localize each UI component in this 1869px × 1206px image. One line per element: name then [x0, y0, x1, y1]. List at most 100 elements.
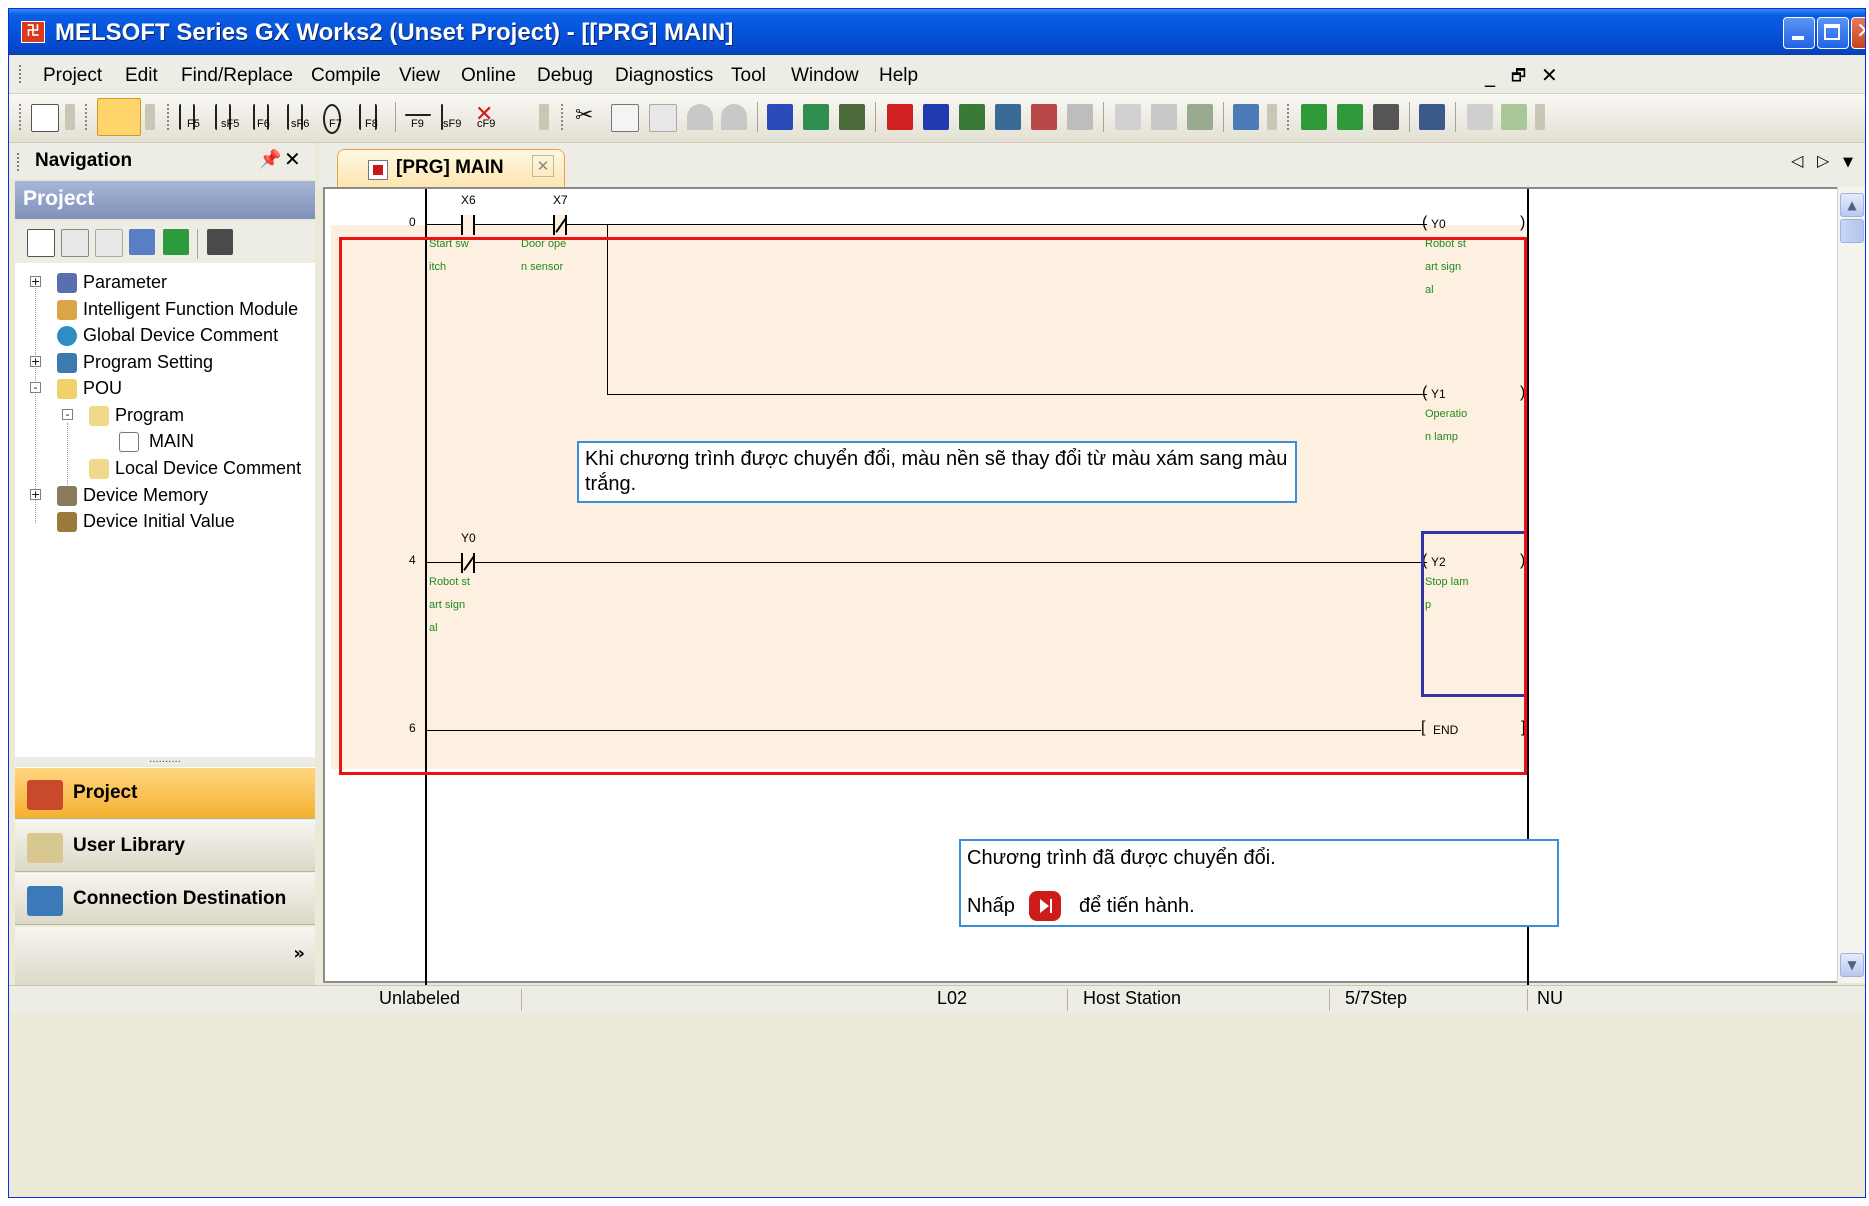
tab-scroll-left-icon[interactable]: ◁	[1791, 151, 1803, 170]
statement-icon[interactable]	[1467, 104, 1493, 130]
editor-vertical-scrollbar[interactable]: ▲ ▼	[1837, 187, 1865, 983]
tree-item-main[interactable]: MAIN	[119, 430, 194, 454]
maximize-button[interactable]	[1817, 17, 1849, 49]
minimize-button[interactable]	[1783, 17, 1815, 49]
status-separator	[1329, 989, 1330, 1011]
dropdown-arrow-icon[interactable]	[1267, 104, 1277, 130]
find-replace-icon[interactable]	[803, 104, 829, 130]
nc-contact[interactable]	[553, 215, 567, 235]
pin-icon[interactable]: 📌	[259, 149, 281, 170]
monitor-stop-icon[interactable]	[995, 104, 1021, 130]
tree-expander[interactable]: +	[30, 489, 41, 500]
read-from-plc-icon[interactable]	[923, 104, 949, 130]
user-library-icon	[27, 833, 63, 863]
folder-icon	[89, 459, 109, 479]
scroll-down-button[interactable]: ▼	[1840, 953, 1864, 977]
contact-device-label: X6	[461, 193, 476, 207]
property-icon[interactable]	[129, 229, 155, 255]
scroll-up-button[interactable]: ▲	[1840, 193, 1864, 217]
navigation-close-button[interactable]: ✕	[284, 147, 301, 171]
tree-expander[interactable]: -	[30, 382, 41, 393]
next-step-icon[interactable]	[1029, 891, 1061, 921]
paste-data-icon[interactable]	[95, 229, 123, 257]
tab-list-dropdown-icon[interactable]: ▼	[1843, 155, 1853, 170]
toolbar-separator	[1103, 102, 1104, 132]
simulation-icon[interactable]	[1067, 104, 1093, 130]
undo-icon[interactable]	[687, 104, 713, 130]
menu-window[interactable]: Window	[791, 65, 859, 87]
tree-expander[interactable]: +	[30, 356, 41, 367]
mdi-restore-button[interactable]: 🗗	[1511, 65, 1526, 92]
export-icon[interactable]	[207, 229, 233, 255]
nav-button-connection-destination[interactable]: Connection Destination	[15, 873, 315, 925]
monitor-write-icon[interactable]	[1031, 104, 1057, 130]
menu-find-replace[interactable]: Find/Replace	[181, 65, 293, 87]
menu-grip[interactable]	[19, 65, 24, 83]
verify-icon[interactable]	[1151, 104, 1177, 130]
toolbar-grip[interactable]	[19, 104, 23, 130]
new-file-icon[interactable]	[31, 104, 59, 132]
coil-bracket-icon[interactable]: (	[1422, 214, 1427, 232]
nav-button-user-library[interactable]: User Library	[15, 820, 315, 872]
title-bar[interactable]: 卍 MELSOFT Series GX Works2 (Unset Projec…	[9, 9, 1865, 55]
redo-icon[interactable]	[721, 104, 747, 130]
horizontal-line-icon[interactable]	[405, 114, 431, 116]
parameter-icon	[57, 273, 77, 293]
cross-reference-icon[interactable]	[839, 104, 865, 130]
copy-data-icon[interactable]	[61, 229, 89, 257]
menu-compile[interactable]: Compile	[311, 65, 381, 87]
menu-edit[interactable]: Edit	[125, 65, 158, 87]
toolbar-separator	[875, 102, 876, 132]
write-to-plc-icon[interactable]	[887, 104, 913, 130]
entry-monitor-icon[interactable]	[1115, 104, 1141, 130]
ladder-editor[interactable]: 0 X6 Start sw itch X7 Door ope n sensor …	[323, 187, 1837, 985]
comment-icon[interactable]	[1419, 104, 1445, 130]
ladder-edit-icon[interactable]	[1373, 104, 1399, 130]
mdi-minimize-button[interactable]: _	[1485, 63, 1495, 87]
folder-icon	[89, 406, 109, 426]
ladder-convert-icon[interactable]	[1301, 104, 1327, 130]
mdi-close-button[interactable]: ✕	[1541, 63, 1558, 87]
new-data-icon[interactable]	[27, 229, 55, 257]
tree-expander[interactable]: -	[62, 409, 73, 420]
ladder-mode-icon[interactable]	[97, 98, 141, 136]
cut-icon[interactable]: ✂	[575, 104, 601, 130]
panel-splitter[interactable]: ..........	[15, 755, 315, 765]
tab-scroll-right-icon[interactable]: ▷	[1817, 151, 1829, 170]
tab-close-button[interactable]: ✕	[532, 155, 554, 177]
paste-icon[interactable]	[649, 104, 677, 132]
navigation-toolbar	[15, 221, 315, 264]
device-search-icon[interactable]	[767, 104, 793, 130]
batch-icon[interactable]	[1187, 104, 1213, 130]
menu-help[interactable]: Help	[879, 65, 918, 87]
note-icon[interactable]	[1501, 104, 1527, 130]
menu-project[interactable]: Project	[43, 65, 102, 87]
no-contact[interactable]	[461, 215, 475, 235]
tree-expander[interactable]: +	[30, 276, 41, 287]
coil-device-label: Y0	[1431, 217, 1446, 231]
panel-grip[interactable]	[17, 153, 22, 171]
menu-view[interactable]: View	[399, 65, 440, 87]
dropdown-arrow-icon[interactable]	[145, 104, 155, 130]
dropdown-arrow-icon[interactable]	[65, 104, 75, 130]
menu-online[interactable]: Online	[461, 65, 516, 87]
tab-prg-main[interactable]: [PRG] MAIN ✕	[337, 149, 565, 187]
ladder-convert-all-icon[interactable]	[1337, 104, 1363, 130]
dropdown-arrow-icon[interactable]	[539, 104, 549, 130]
monitor-icon[interactable]	[959, 104, 985, 130]
menu-diagnostics[interactable]: Diagnostics	[615, 65, 713, 87]
copy-icon[interactable]	[611, 104, 639, 132]
menu-tool[interactable]: Tool	[731, 65, 766, 87]
scroll-thumb[interactable]	[1840, 219, 1864, 243]
chevron-more-icon[interactable]: »	[293, 943, 305, 964]
nav-button-project[interactable]: Project	[15, 767, 315, 819]
menu-debug[interactable]: Debug	[537, 65, 593, 87]
close-button[interactable]: ✕	[1851, 17, 1865, 49]
dropdown-arrow-icon[interactable]	[1535, 104, 1545, 130]
step-number: 0	[409, 215, 416, 229]
nav-overflow[interactable]: »	[15, 927, 315, 987]
status-steps: 5/7Step	[1345, 988, 1408, 1008]
connection-setup-icon[interactable]	[1233, 104, 1259, 130]
status-separator	[1067, 989, 1068, 1011]
refresh-icon[interactable]	[163, 229, 189, 255]
